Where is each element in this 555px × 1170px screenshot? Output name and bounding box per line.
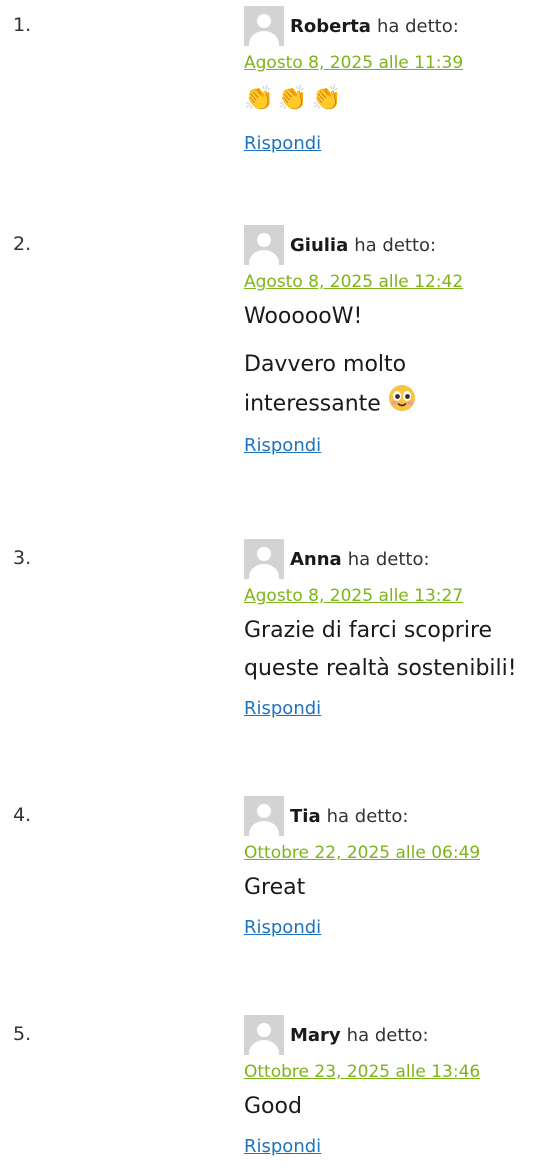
- comment-paragraph: Davvero molto interessante: [244, 346, 474, 425]
- comment-body: Giulia ha detto: Agosto 8, 2025 alle 12:…: [244, 225, 555, 456]
- comment-author: Roberta: [290, 15, 371, 37]
- comment-number: 5.: [13, 1023, 32, 1045]
- comment-text: Great: [244, 869, 555, 907]
- comment-date-link[interactable]: Ottobre 22, 2025 alle 06:49: [244, 841, 555, 865]
- comment-says: ha detto:: [354, 234, 437, 256]
- comment-paragraph: Grazie di farci scoprire queste realtà s…: [244, 618, 517, 681]
- comment-date-link[interactable]: Agosto 8, 2025 alle 13:27: [244, 584, 555, 608]
- comment-body: Anna ha detto: Agosto 8, 2025 alle 13:27…: [244, 539, 555, 719]
- comment-says: ha detto:: [346, 1024, 429, 1046]
- comment-author-line: Anna ha detto:: [244, 539, 555, 579]
- default-avatar-icon: [244, 539, 284, 579]
- comment-paragraph-text: Davvero molto interessante: [244, 352, 407, 417]
- comment-author: Tia: [290, 805, 321, 827]
- comment-author-line: Tia ha detto:: [244, 796, 555, 836]
- comment-date-link[interactable]: Ottobre 23, 2025 alle 13:46: [244, 1060, 555, 1084]
- comment-author: Mary: [290, 1024, 341, 1046]
- comment-number: 1.: [13, 14, 32, 36]
- comment-date-link[interactable]: Agosto 8, 2025 alle 12:42: [244, 270, 555, 294]
- comment-paragraph: Good: [244, 1094, 302, 1119]
- comment-says: ha detto:: [376, 15, 459, 37]
- clapping-hands-emoji: 👏👏👏: [244, 84, 346, 112]
- comment-text: Good: [244, 1088, 555, 1126]
- comment-body: Mary ha detto: Ottobre 23, 2025 alle 13:…: [244, 1015, 555, 1157]
- default-avatar-icon: [244, 225, 284, 265]
- comment-body: Tia ha detto: Ottobre 22, 2025 alle 06:4…: [244, 796, 555, 938]
- comment-author: Giulia: [290, 234, 349, 256]
- comment-number: 3.: [13, 547, 32, 569]
- comment-text: 👏👏👏: [244, 79, 555, 123]
- comment-body: Roberta ha detto: Agosto 8, 2025 alle 11…: [244, 6, 555, 154]
- reply-link[interactable]: Rispondi: [244, 133, 321, 154]
- comment-author: Anna: [290, 548, 342, 570]
- smiling-face-emoji: [388, 384, 416, 425]
- comment-text: Grazie di farci scoprire queste realtà s…: [244, 612, 555, 688]
- comment-paragraph: Great: [244, 875, 306, 900]
- reply-link[interactable]: Rispondi: [244, 698, 321, 719]
- comment-date-link[interactable]: Agosto 8, 2025 alle 11:39: [244, 51, 555, 75]
- default-avatar-icon: [244, 796, 284, 836]
- comment-says: ha detto:: [347, 548, 430, 570]
- comment-paragraph: WoooooW!: [244, 304, 363, 329]
- comment-number: 4.: [13, 804, 32, 826]
- comment-author-line: Roberta ha detto:: [244, 6, 555, 46]
- comment-says: ha detto:: [326, 805, 409, 827]
- comment-number: 2.: [13, 233, 32, 255]
- reply-link[interactable]: Rispondi: [244, 1136, 321, 1157]
- default-avatar-icon: [244, 1015, 284, 1055]
- comment-author-line: Giulia ha detto:: [244, 225, 555, 265]
- reply-link[interactable]: Rispondi: [244, 917, 321, 938]
- default-avatar-icon: [244, 6, 284, 46]
- reply-link[interactable]: Rispondi: [244, 435, 321, 456]
- comment-author-line: Mary ha detto:: [244, 1015, 555, 1055]
- comment-text: WoooooW! Davvero molto interessante: [244, 298, 555, 425]
